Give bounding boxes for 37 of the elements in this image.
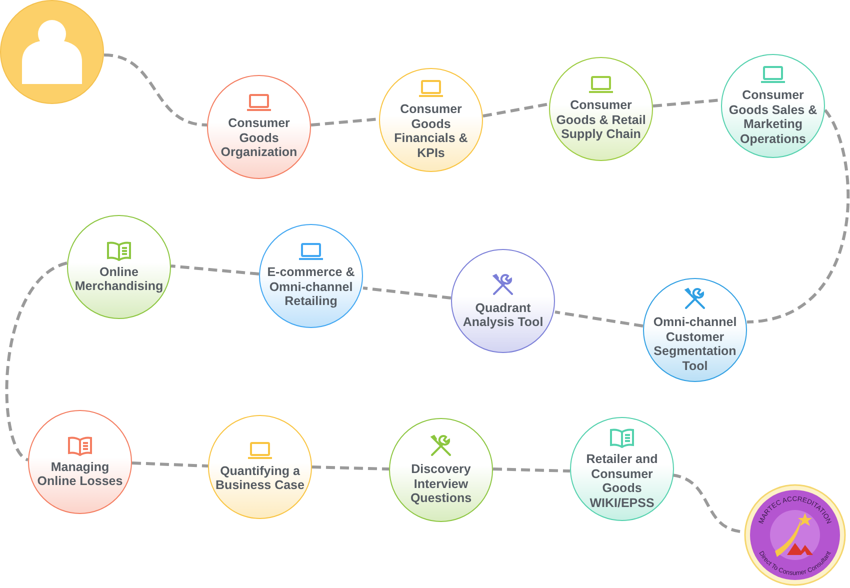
course-node[interactable]: Managing Online Losses [28,410,132,514]
laptop-icon [418,80,444,98]
dashed-connector [482,102,550,118]
node-label: Quadrant Analysis Tool [462,300,544,330]
course-node[interactable]: Omni-channel Customer Segmentation Tool [643,278,747,382]
node-label: Consumer Goods Financials & KPIs [393,102,469,160]
course-node[interactable]: Consumer Goods Sales & Marketing Operations [721,54,825,158]
tools-icon [683,287,707,311]
node-label: Managing Online Losses [36,460,124,488]
node-label: Quantifying a Business Case [215,464,305,492]
node-label: Consumer Goods Organization [220,116,298,160]
node-label: Omni-channel Customer Segmentation Tool [652,315,738,373]
course-node[interactable]: Retailer and Consumer Goods WIKI/EPSS [570,417,674,521]
tools-icon [429,434,453,458]
course-node[interactable]: Consumer Goods & Retail Supply Chain [549,57,653,161]
course-node[interactable]: Online Merchandising [67,215,171,319]
laptop-icon [298,243,324,262]
node-label: Online Merchandising [74,264,164,294]
book-icon [67,436,93,456]
course-node[interactable]: Consumer Goods Financials & KPIs [379,68,483,172]
node-label: Consumer Goods & Retail Supply Chain [556,98,646,142]
node-label: Discovery Interview Questions [409,462,473,506]
course-node[interactable]: Consumer Goods Organization [207,75,311,179]
book-icon [106,240,132,260]
course-node[interactable]: Quantifying a Business Case [208,415,312,519]
book-icon [609,428,635,448]
course-node[interactable]: Quadrant Analysis Tool [451,249,555,353]
laptop-icon [247,442,273,460]
course-node[interactable]: E-commerce & Omni-channel Retailing [259,224,363,328]
node-label: Consumer Goods Sales & Marketing Operations [728,88,818,146]
node-label: Retailer and Consumer Goods WIKI/EPSS [585,452,659,510]
tools-icon [491,272,515,296]
course-node[interactable]: Discovery Interview Questions [389,418,493,522]
laptop-icon [760,66,786,84]
node-label: E-commerce & Omni-channel Retailing [266,265,356,309]
laptop-icon [246,94,272,112]
laptop-icon [588,76,614,94]
